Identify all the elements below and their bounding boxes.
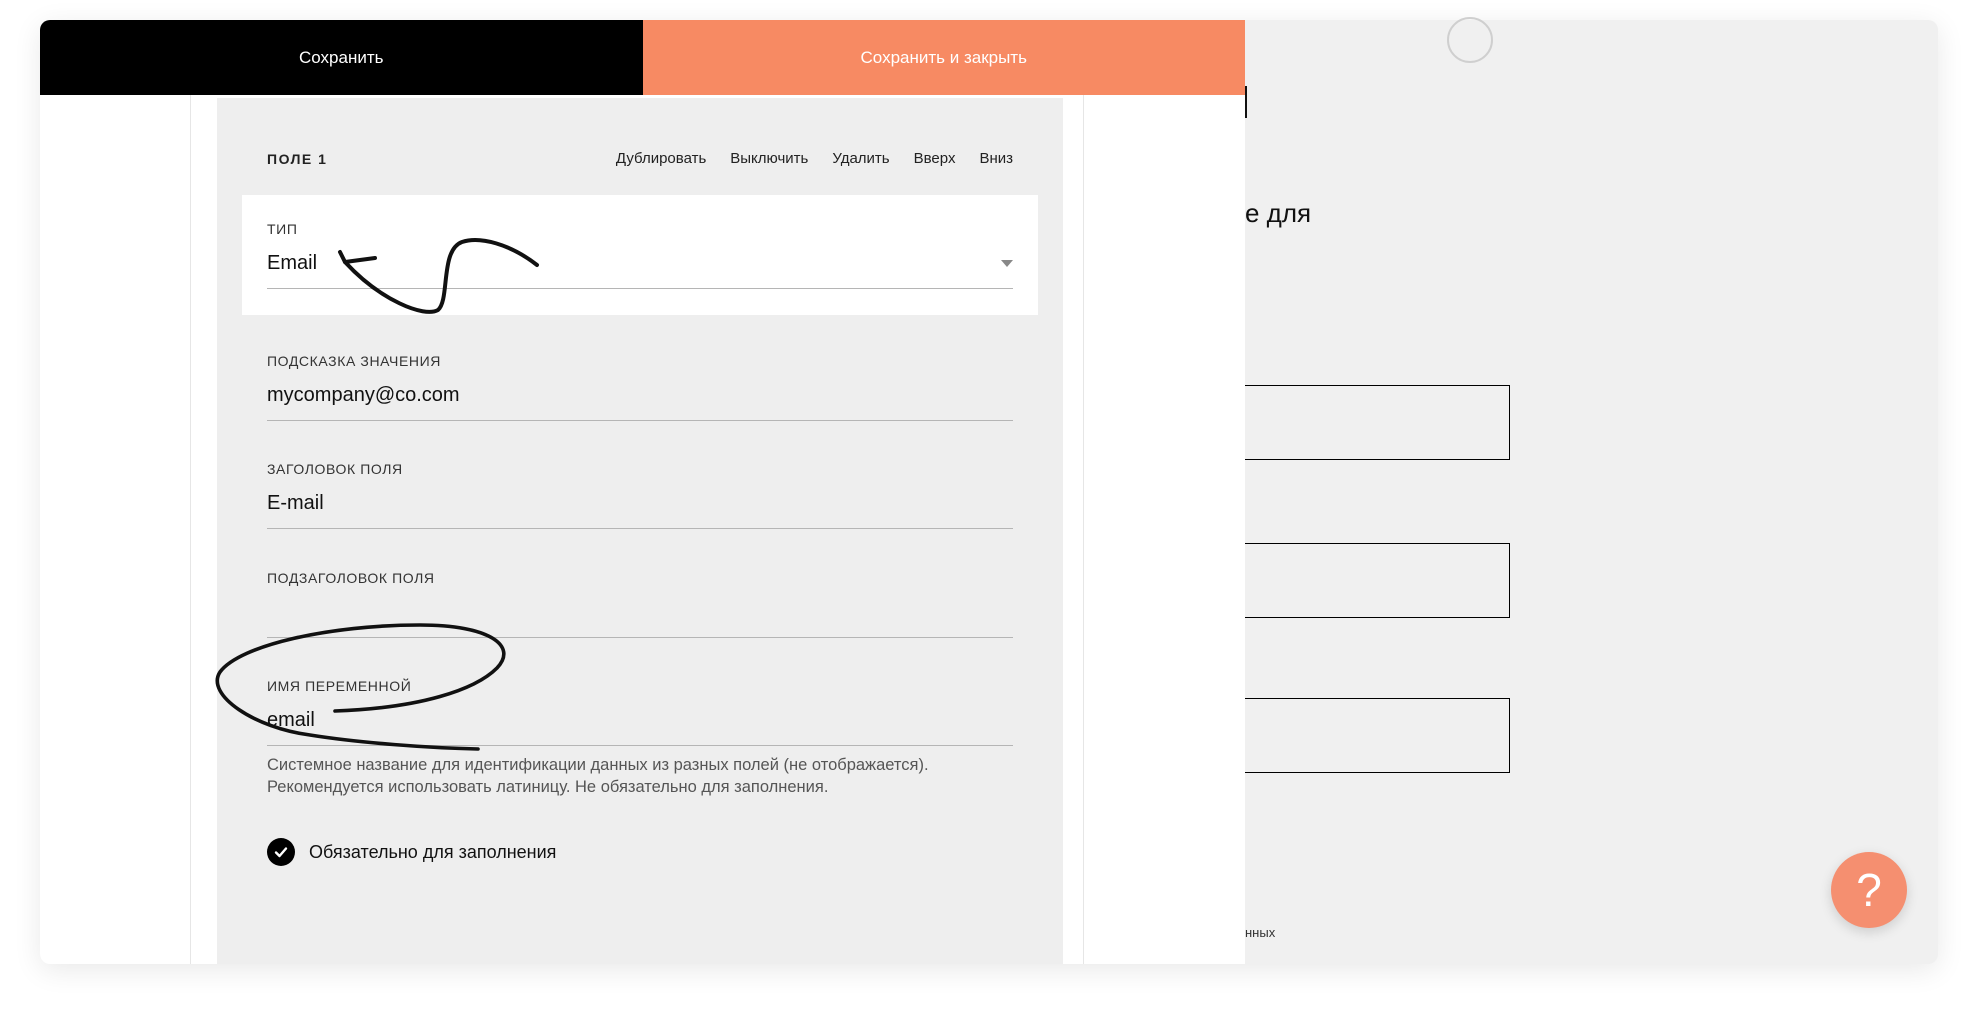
type-select-box: ТИП Email	[242, 195, 1038, 315]
required-checkbox[interactable]: Обязательно для заполнения	[267, 838, 556, 866]
field-header: ПОЛЕ 1 Дублировать Выключить Удалить Вве…	[267, 150, 1013, 167]
move-down-button[interactable]: Вниз	[979, 150, 1013, 167]
top-toolbar: Сохранить Сохранить и закрыть	[40, 20, 1245, 95]
subheading-underline	[267, 637, 1013, 638]
placeholder-input[interactable]: mycompany@co.com	[267, 384, 460, 407]
move-up-button[interactable]: Вверх	[914, 150, 956, 167]
heading-label: ЗАГОЛОВОК ПОЛЯ	[267, 461, 403, 477]
form-preview	[1240, 20, 1938, 964]
preview-input-2[interactable]	[1220, 543, 1510, 618]
variable-underline	[267, 745, 1013, 746]
required-label: Обязательно для заполнения	[309, 841, 557, 862]
preview-input-1[interactable]	[1220, 385, 1510, 460]
save-and-close-button[interactable]: Сохранить и закрыть	[642, 20, 1245, 95]
type-label: ТИП	[267, 221, 298, 237]
placeholder-label: ПОДСКАЗКА ЗНАЧЕНИЯ	[267, 353, 441, 369]
preview-radio-circle	[1447, 17, 1493, 63]
preview-footer-fragment: нных	[1245, 925, 1276, 940]
chevron-down-icon[interactable]	[1001, 260, 1013, 267]
field-title: ПОЛЕ 1	[267, 150, 328, 167]
field-actions: Дублировать Выключить Удалить Вверх Вниз	[616, 150, 1013, 167]
duplicate-button[interactable]: Дублировать	[616, 150, 706, 167]
subheading-label: ПОДЗАГОЛОВОК ПОЛЯ	[267, 570, 435, 586]
help-button[interactable]: ?	[1831, 852, 1907, 928]
delete-button[interactable]: Удалить	[832, 150, 889, 167]
save-button[interactable]: Сохранить	[40, 20, 643, 95]
variable-hint-line-1: Системное название для идентификации дан…	[267, 756, 929, 774]
type-select[interactable]: Email	[267, 252, 317, 275]
divider-left	[190, 95, 191, 964]
editor-window: е для нных Сохранить Сохранить и закрыть…	[40, 20, 1938, 964]
preview-input-3[interactable]	[1220, 698, 1510, 773]
disable-button[interactable]: Выключить	[730, 150, 808, 167]
variable-hint: Системное название для идентификации дан…	[267, 754, 1027, 798]
divider-right	[1083, 95, 1084, 964]
heading-underline	[267, 528, 1013, 529]
field-card: ПОЛЕ 1 Дублировать Выключить Удалить Вве…	[217, 98, 1063, 964]
variable-input[interactable]: email	[267, 709, 315, 732]
placeholder-underline	[267, 420, 1013, 421]
field-settings-panel: Сохранить Сохранить и закрыть ПОЛЕ 1 Дуб…	[40, 20, 1245, 964]
checkmark-icon[interactable]	[267, 838, 295, 866]
variable-hint-line-2: Рекомендуется использовать латиницу. Не …	[267, 778, 829, 796]
heading-input[interactable]: E-mail	[267, 492, 324, 515]
type-underline	[267, 288, 1013, 289]
subheading-input[interactable]	[267, 601, 1013, 627]
preview-heading-fragment: е для	[1245, 198, 1312, 228]
variable-label: ИМЯ ПЕРЕМЕННОЙ	[267, 678, 412, 694]
